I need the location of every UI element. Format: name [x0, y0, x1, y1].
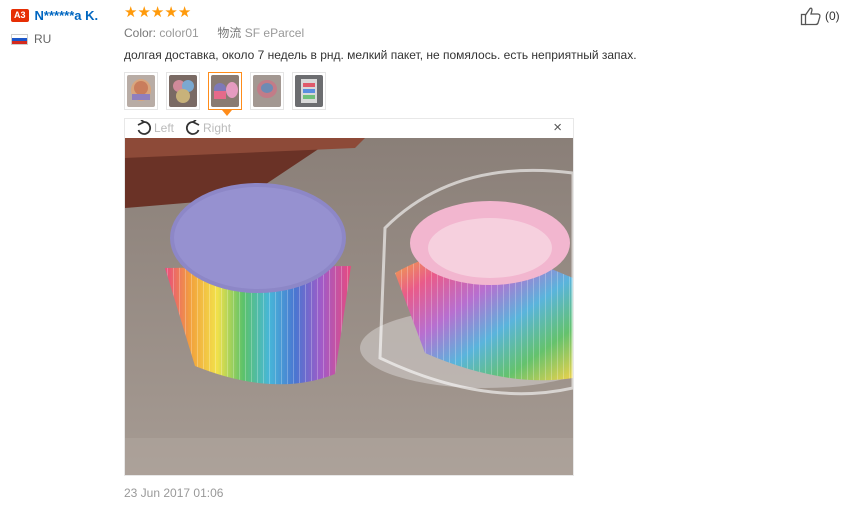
thumbnail-image — [127, 75, 155, 107]
review-photo — [125, 138, 573, 475]
review-text: долгая доставка, около 7 недель в рнд. м… — [124, 48, 637, 62]
star-rating: ★ ★ ★ ★ ★ — [124, 5, 191, 21]
thumbs-up-icon — [800, 7, 821, 26]
review-thumbnail[interactable] — [292, 72, 326, 110]
rotate-right-label: Right — [203, 121, 232, 135]
review-thumbnail-selected[interactable] — [208, 72, 242, 116]
helpful-button[interactable]: (0) — [800, 6, 840, 26]
review-thumbnail[interactable] — [250, 72, 284, 110]
thumbnail-image — [169, 75, 197, 107]
reviewer-row: A3 N******a K. — [11, 6, 121, 24]
close-viewer-button[interactable]: × — [553, 120, 562, 136]
color-value: color01 — [159, 26, 199, 40]
rotate-left-icon — [137, 120, 152, 135]
star-icon: ★ — [177, 4, 192, 21]
star-icon: ★ — [150, 4, 165, 21]
rotate-left-label: Left — [154, 121, 175, 135]
review-thumbnail[interactable] — [166, 72, 200, 110]
color-label: Color: — [124, 26, 157, 40]
image-viewer: Left Right × — [124, 118, 574, 476]
reviewer-name[interactable]: N******a K. — [35, 8, 99, 23]
thumbnail-image — [211, 75, 239, 107]
russia-flag-icon — [11, 33, 28, 45]
thumbnail-image — [295, 75, 323, 107]
viewer-toolbar: Left Right × — [125, 119, 573, 137]
country-code: RU — [34, 32, 52, 46]
order-meta: Color: color01 物流 SF eParcel — [124, 24, 304, 41]
star-icon: ★ — [137, 4, 151, 21]
review-thumbnail[interactable] — [124, 72, 158, 110]
buyer-level-badge: A3 — [11, 8, 29, 22]
review-thumbnails — [124, 72, 334, 116]
rotate-right-button[interactable]: Right — [184, 120, 231, 136]
review-date: 23 Jun 2017 01:06 — [124, 486, 224, 500]
shipping-label: 物流 — [217, 26, 242, 40]
star-icon: ★ — [164, 4, 178, 21]
helpful-count: (0) — [825, 9, 840, 23]
star-icon: ★ — [124, 4, 138, 21]
rotate-left-button[interactable]: Left — [135, 120, 174, 136]
shipping-value: SF eParcel — [244, 26, 305, 40]
rotate-right-icon — [185, 120, 200, 135]
thumbnail-image — [253, 75, 281, 107]
cupcake-liners-photo — [125, 138, 573, 475]
reviewer-info: A3 N******a K. RU — [11, 6, 121, 46]
reviewer-country: RU — [11, 32, 121, 46]
